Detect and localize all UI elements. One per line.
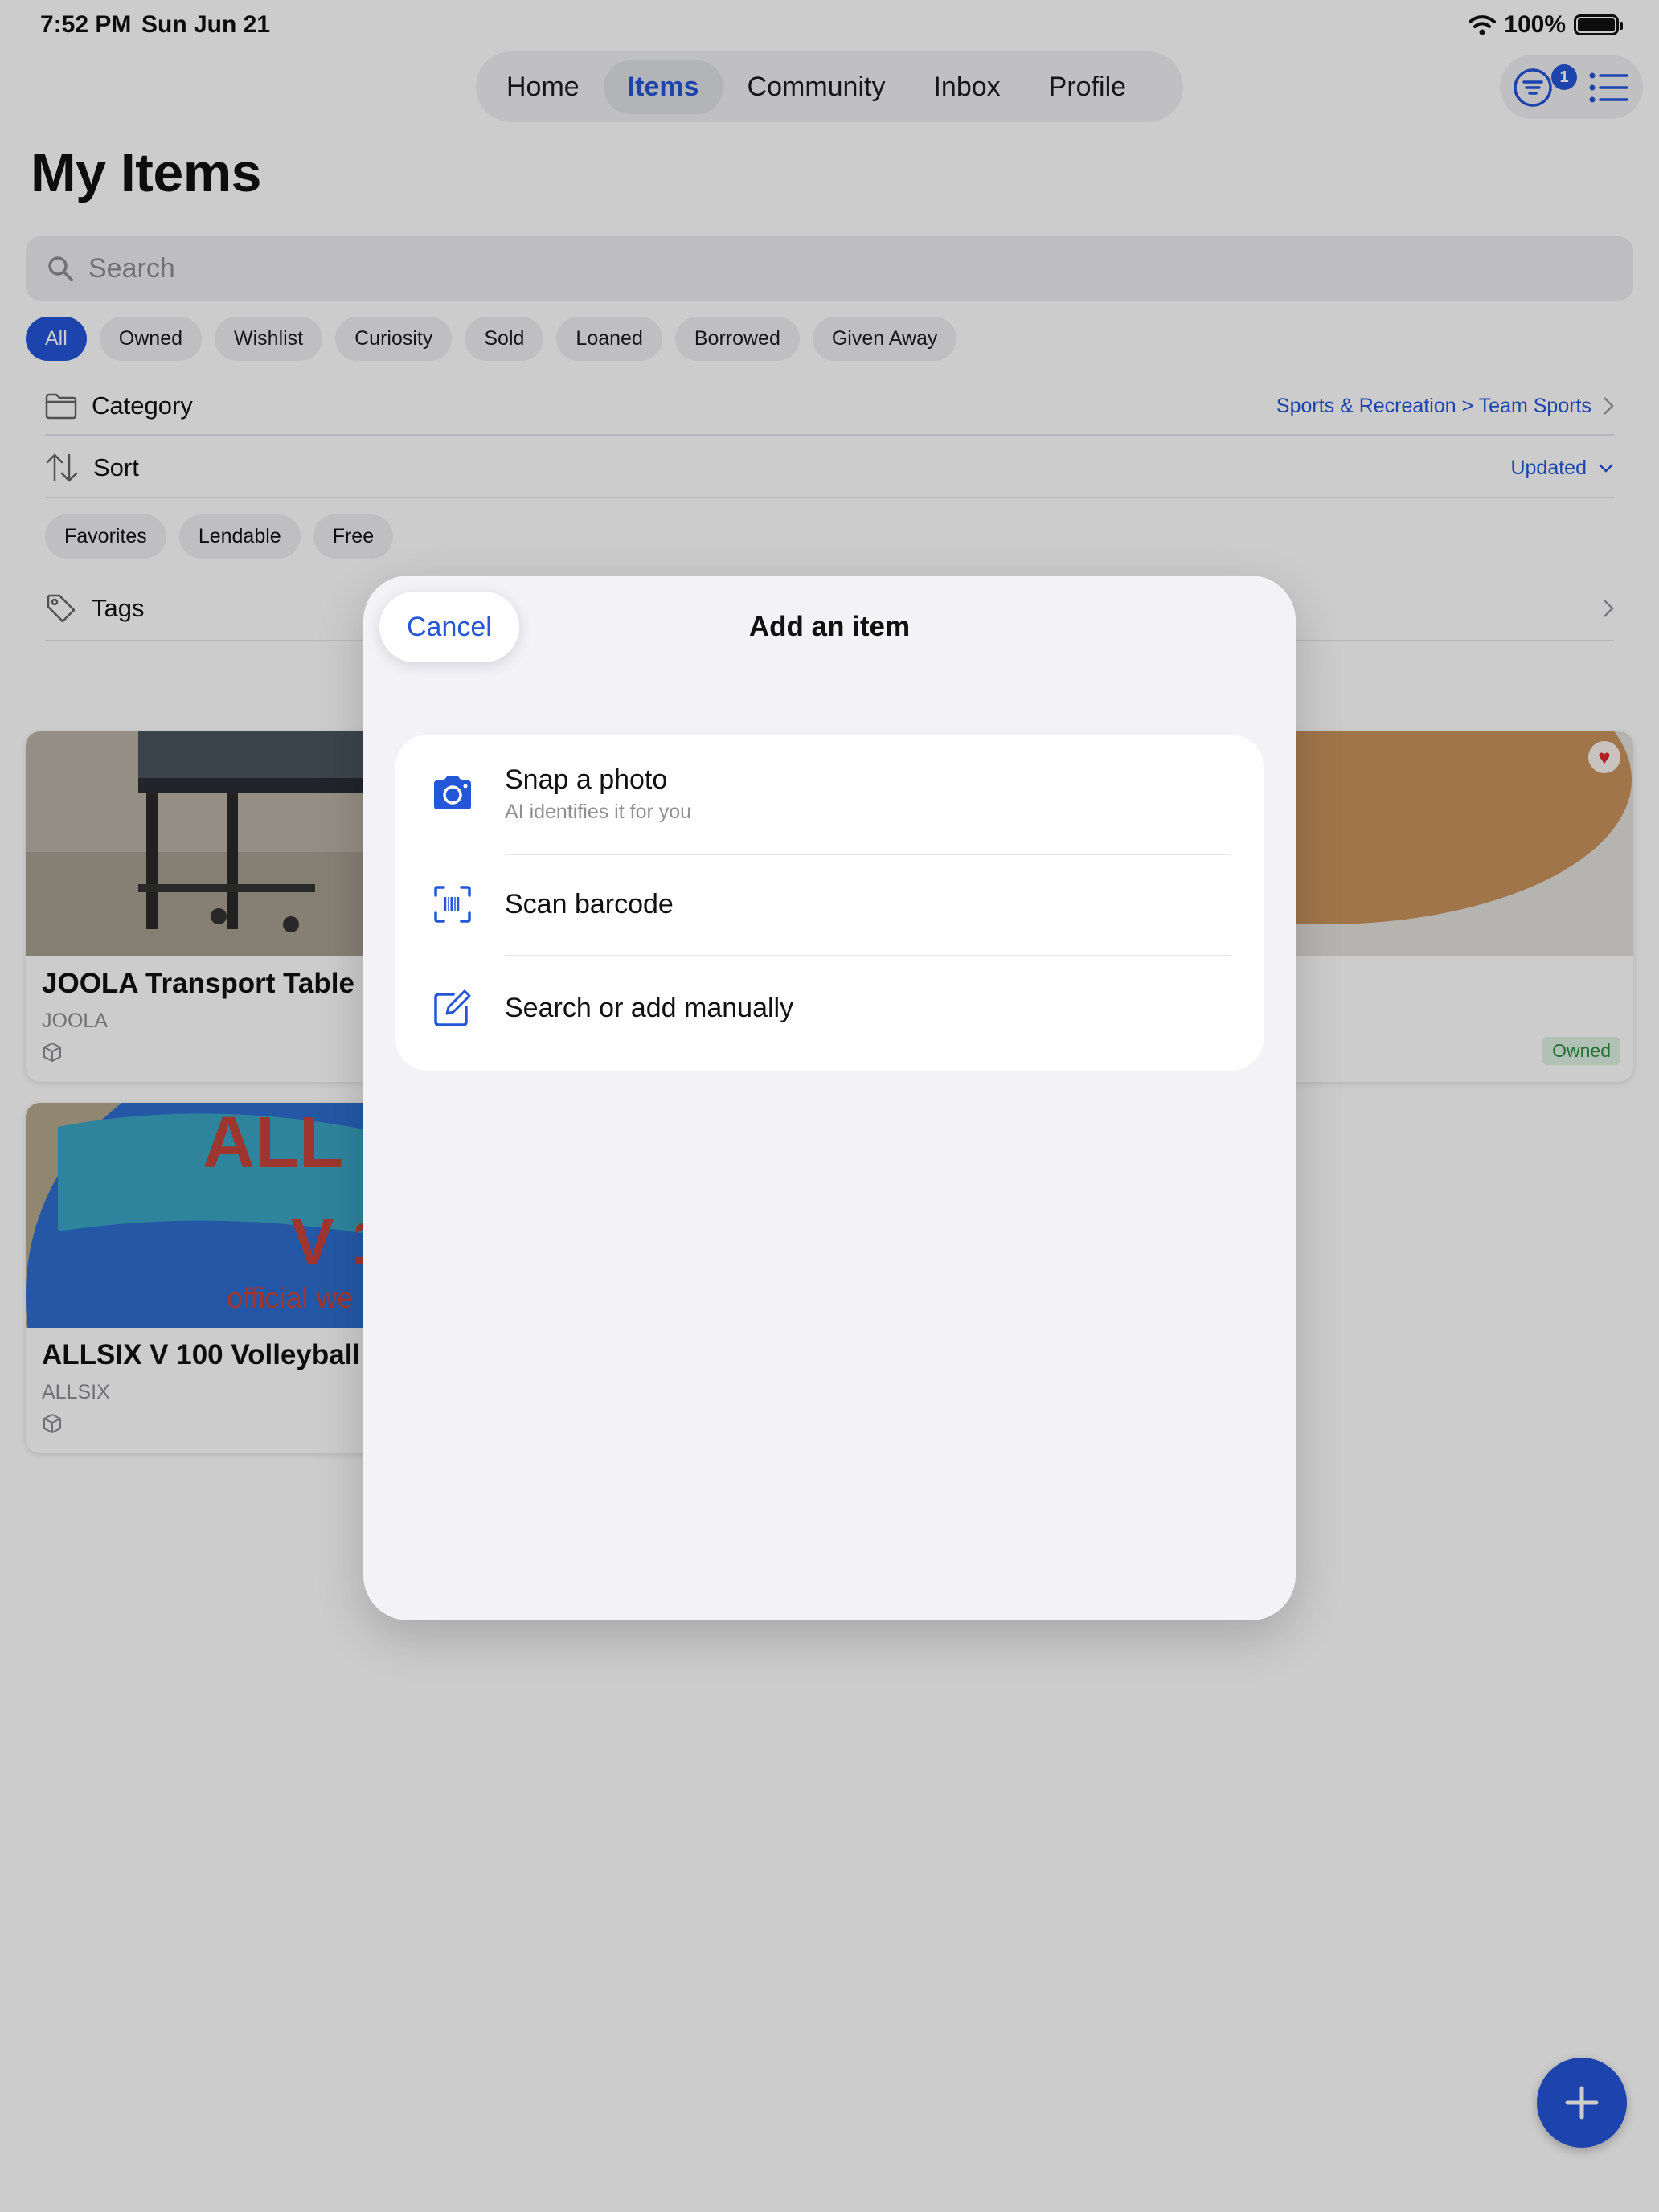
search-manual-label: Search or add manually (505, 992, 794, 1023)
add-options-list: Snap a photo AI identifies it for you Sc… (395, 735, 1264, 1071)
camera-icon (434, 776, 471, 809)
add-item-sheet: Cancel Add an item Snap a photo AI ident… (363, 576, 1296, 1620)
scan-barcode-label: Scan barcode (505, 888, 674, 920)
sheet-title: Add an item (748, 611, 911, 642)
scan-barcode-option[interactable]: Scan barcode (395, 854, 1264, 955)
snap-photo-text: Snap a photo AI identifies it for you (505, 764, 691, 824)
snap-photo-subtitle: AI identifies it for you (505, 801, 692, 823)
search-manual-text: Search or add manually (505, 993, 793, 1024)
search-manual-option[interactable]: Search or add manually (395, 955, 1264, 1061)
compose-icon (434, 989, 471, 1026)
scan-barcode-text: Scan barcode (505, 889, 674, 920)
barcode-scan-icon (434, 886, 471, 923)
snap-photo-option[interactable]: Snap a photo AI identifies it for you (395, 735, 1264, 854)
snap-photo-label: Snap a photo (505, 764, 668, 795)
